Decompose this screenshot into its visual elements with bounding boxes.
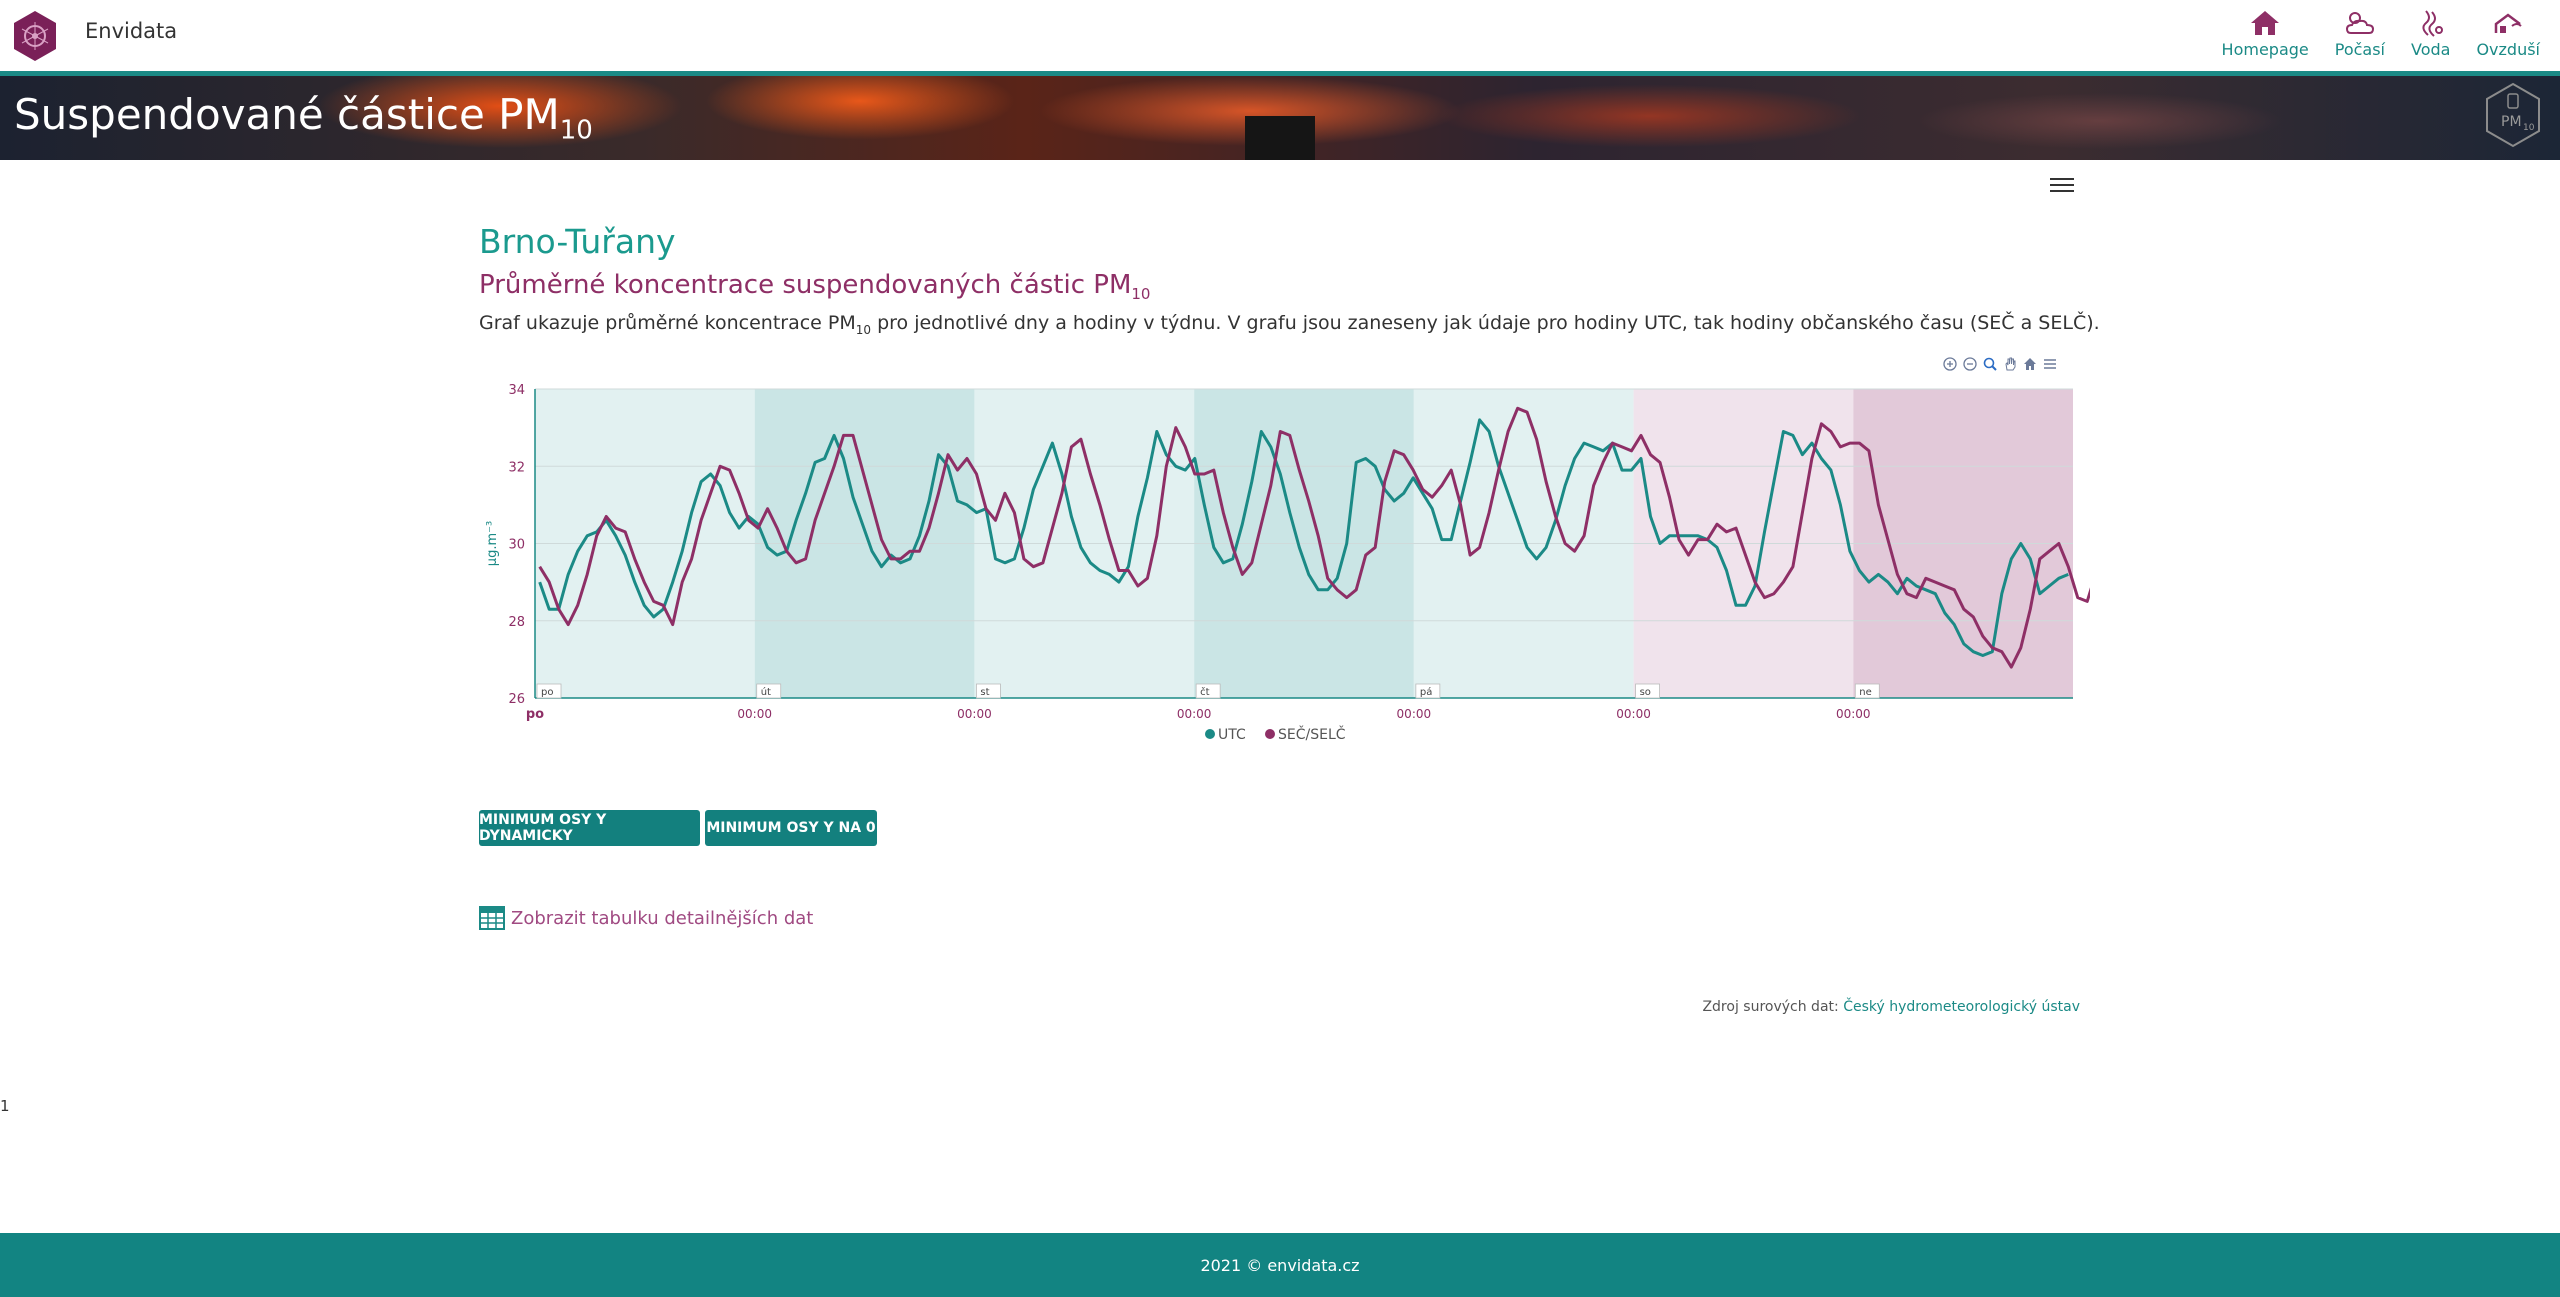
home-icon [2251,11,2280,35]
day-tag-so: so [1640,687,1651,698]
y-tick-label: 30 [508,538,525,553]
y-axis-zero-button[interactable]: MINIMUM OSY Y NA 0 [705,810,877,846]
chart-description: Graf ukazuje průměrné koncentrace PM10 p… [479,312,2100,337]
nav-homepage-label: Homepage [2221,40,2309,59]
desc-sub: 10 [855,322,872,337]
top-navbar: Envidata Homepage Počasí Voda Ovzduší [0,0,2560,76]
y-tick-label: 26 [508,692,525,707]
nav-homepage[interactable]: Homepage [2222,8,2309,59]
day-tag-pá: pá [1420,686,1432,698]
y-axis-label: µg.m⁻³ [485,521,500,566]
page-title: Suspendované částice PM10 [14,90,593,145]
source-prefix: Zdroj surových dat: [1702,999,1844,1015]
y-tick-label: 32 [508,460,525,475]
station-name: Brno-Tuřany [479,222,676,261]
page-title-sub: 10 [559,115,593,146]
pm10-weekly-chart[interactable]: 26 28 30 32 34 µg.m⁻³ po po út 00:00 st 00:00 čt 00:0… [470,370,2090,760]
x-tick-label: 00:00 [1616,707,1651,721]
x-tick-label: po [526,707,544,722]
footer: 2021 © envidata.cz [0,1233,2560,1297]
x-tick-label: 00:00 [1836,707,1871,721]
menu-icon[interactable] [2050,174,2074,196]
pm-badge-sub: 10 [2523,123,2535,133]
y-tick-label: 34 [508,383,525,398]
subtitle-sub: 10 [1131,285,1151,304]
x-tick-label: 00:00 [737,707,772,721]
x-tick-label: 00:00 [1177,707,1212,721]
nav-ovzdusi[interactable]: Ovzduší [2476,8,2540,59]
y-tick-label: 28 [508,615,525,630]
hero-banner: Suspendované částice PM10 PM 10 [0,76,2560,160]
nav-pocasi[interactable]: Počasí [2335,8,2385,59]
air-icon [2494,13,2522,33]
pm-badge-text: PM [2501,114,2522,130]
desc-before: Graf ukazuje průměrné koncentrace PM [479,312,856,334]
water-icon [2422,10,2443,37]
desc-after: pro jednotlivé dny a hodiny v týdnu. V g… [871,312,2100,334]
source-link[interactable]: Český hydrometeorologický ústav [1843,999,2080,1015]
brand-name[interactable]: Envidata [85,19,177,43]
x-tick-label: 00:00 [957,707,992,721]
legend-marker[interactable] [1265,729,1275,739]
table-icon [479,906,505,930]
chart-subtitle: Průměrné koncentrace suspendovaných část… [479,270,1150,303]
weather-icon [2345,12,2374,34]
show-table-label: Zobrazit tabulku detailnějších dat [511,907,814,929]
day-tag-út: út [761,686,771,698]
nav-pocasi-label: Počasí [2334,40,2385,59]
legend-marker[interactable] [1205,729,1215,739]
nav-voda-label: Voda [2411,40,2451,59]
nav-voda[interactable]: Voda [2411,8,2450,59]
envidata-logo[interactable] [12,10,58,62]
x-tick-label: 00:00 [1397,707,1432,721]
page-title-text: Suspendované částice PM [14,90,560,139]
legend-label[interactable]: UTC [1218,727,1246,743]
chimney-silhouette [1245,116,1315,160]
stray-text: 1 [0,1097,10,1115]
subtitle-text: Průměrné koncentrace suspendovaných část… [479,270,1132,300]
day-tag-čt: čt [1200,686,1209,698]
footer-text: 2021 © envidata.cz [1200,1255,1360,1275]
day-tag-st: st [980,687,989,698]
main-nav: Homepage Počasí Voda Ovzduší [2222,8,2540,59]
show-table-link[interactable]: Zobrazit tabulku detailnějších dat [479,906,813,930]
data-source: Zdroj surových dat: Český hydrometeorolo… [1702,999,2080,1015]
legend-label[interactable]: SEČ/SELČ [1278,725,1346,743]
day-tag-po: po [541,687,553,698]
day-tag-ne: ne [1859,687,1872,698]
pm10-badge-icon: PM 10 [2486,82,2540,148]
y-axis-dynamic-button[interactable]: MINIMUM OSY Y DYNAMICKY [479,810,700,846]
nav-ovzdusi-label: Ovzduší [2476,40,2540,59]
